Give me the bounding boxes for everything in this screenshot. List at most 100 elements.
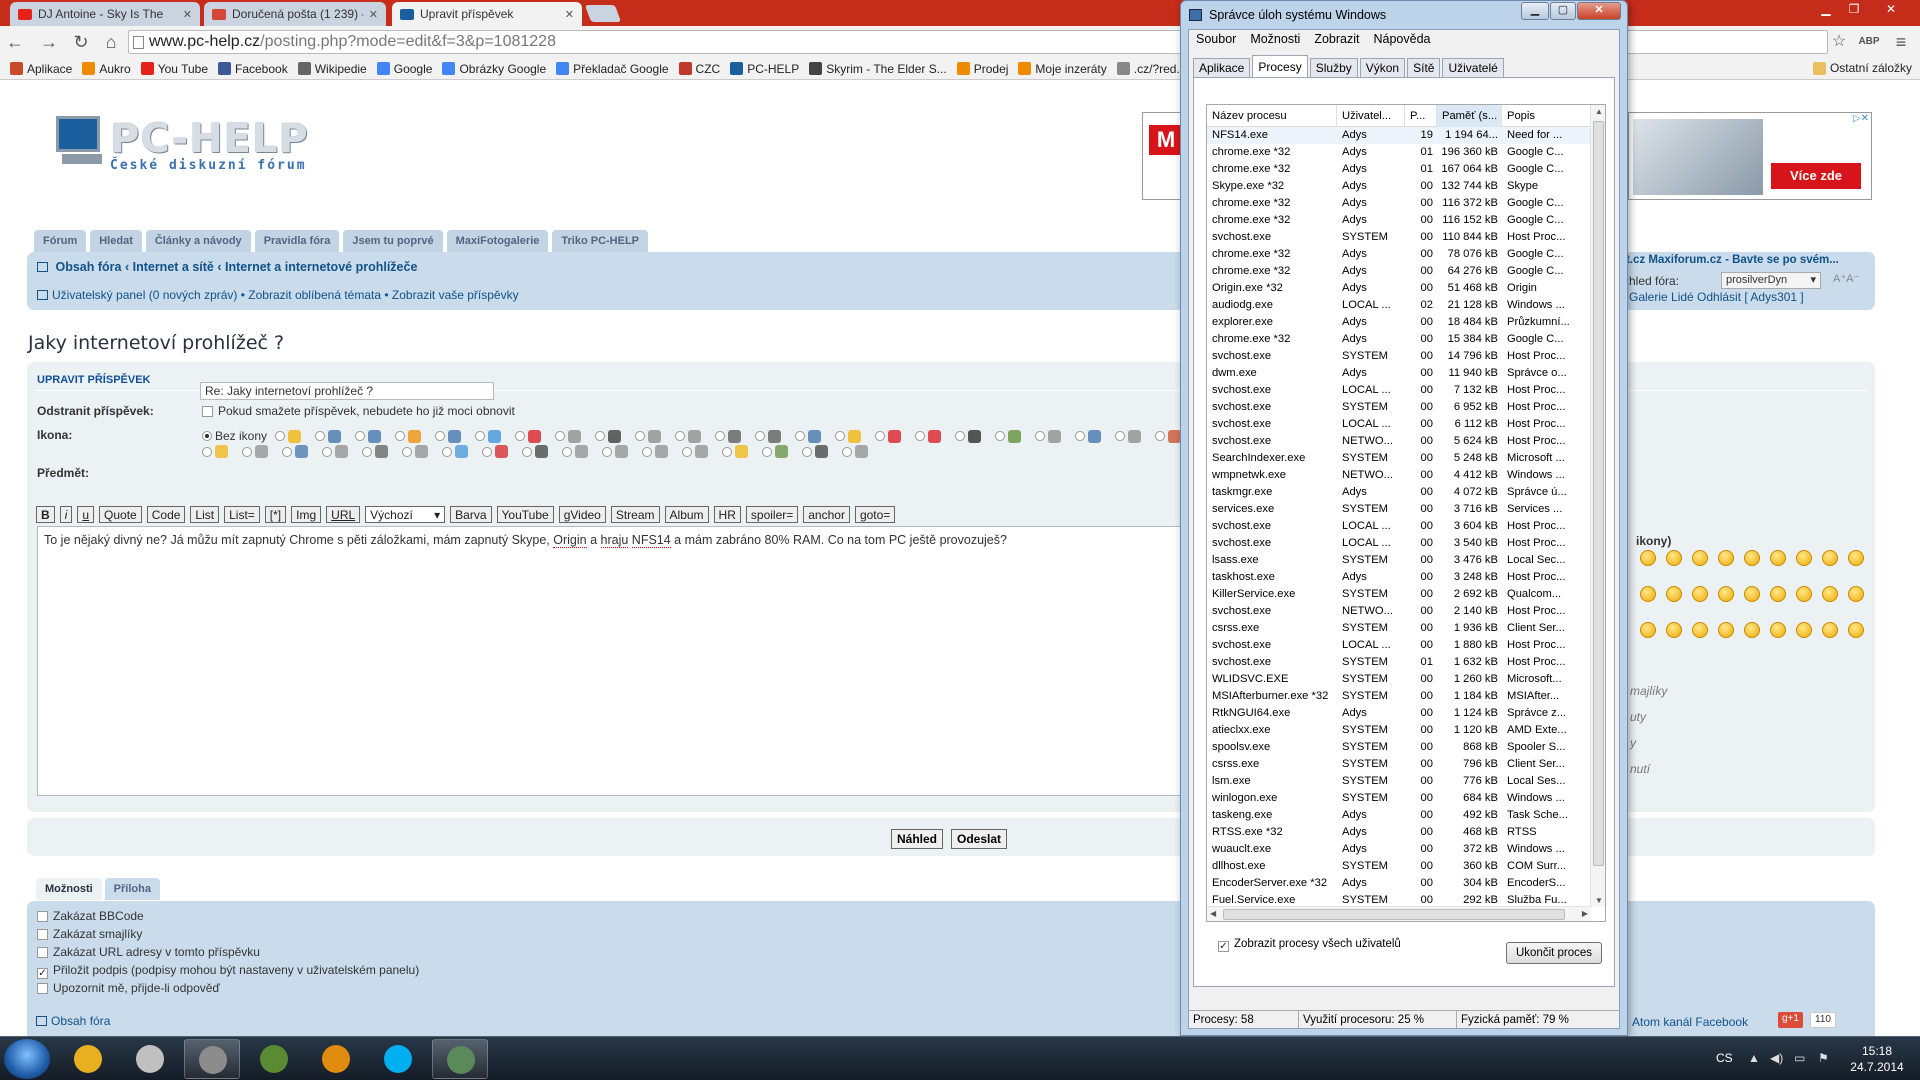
tray-arrow-icon[interactable]: ▲	[1748, 1051, 1760, 1065]
process-row[interactable]: explorer.exe Adys 00 18 484 kB Průzkumní...	[1207, 314, 1591, 331]
bbcode-button[interactable]: List	[190, 506, 220, 523]
post-icon-radio[interactable]	[635, 431, 646, 441]
post-icon-radio[interactable]	[1115, 431, 1126, 441]
tab-item[interactable]: Sítě	[1407, 58, 1441, 77]
process-row[interactable]: svchost.exe NETWO... 00 2 140 kB Host Proc..…	[1207, 603, 1591, 620]
bbcode-button[interactable]: HR	[713, 506, 741, 523]
process-row[interactable]: dllhost.exe SYSTEM 00 360 kB COM Surr...	[1207, 858, 1591, 875]
side-link[interactable]: majlíky	[1630, 684, 1667, 698]
smiley-icon[interactable]	[1744, 550, 1760, 566]
bbcode-button[interactable]: URL	[326, 506, 361, 523]
smiley-icon[interactable]	[1666, 586, 1682, 602]
post-icon-radio[interactable]	[955, 431, 966, 441]
smiley-icon[interactable]	[1848, 550, 1864, 566]
language-indicator[interactable]: CS	[1716, 1051, 1733, 1065]
post-icon-radio[interactable]	[362, 446, 372, 457]
page-title[interactable]: Jaky internetoví prohlížeč ?	[28, 332, 284, 354]
bbcode-button[interactable]: YouTube	[496, 506, 554, 523]
bbcode-button[interactable]: Quote	[99, 506, 142, 523]
process-row[interactable]: NFS14.exe Adys 19 1 194 64... Need for ...	[1207, 127, 1591, 144]
browser-tab-gmail[interactable]: Doručená pošta (1 239) - ✕	[204, 2, 386, 26]
menu-item[interactable]: Možnosti	[1243, 30, 1307, 50]
top-right-links[interactable]: ht.cz Maxiforum.cz - Bavte se po svém...	[1619, 254, 1839, 266]
process-row[interactable]: dwm.exe Adys 00 11 940 kB Správce o...	[1207, 365, 1591, 382]
left-ad-banner[interactable]: M	[1142, 112, 1183, 200]
reload-icon[interactable]: ↻	[70, 32, 92, 54]
smiley-icon[interactable]	[1770, 550, 1786, 566]
browser-tab-active[interactable]: Upravit příspěvek ✕	[392, 2, 582, 26]
bookmark-item[interactable]: .cz/?red...	[1116, 62, 1186, 76]
message-textarea[interactable]: To je nějaký divný ne? Já můžu mít zapnu…	[37, 526, 1187, 796]
bookmark-item[interactable]: Google	[376, 62, 432, 76]
taskbar-app-nfs[interactable]	[184, 1039, 240, 1079]
post-icon-radio[interactable]	[442, 446, 452, 457]
post-icon-radio[interactable]	[402, 446, 412, 457]
smiley-icon[interactable]	[1666, 622, 1682, 638]
bbcode-button[interactable]: goto=	[854, 506, 896, 523]
nav-tab[interactable]: Články a návody	[145, 230, 251, 252]
tab-attachment[interactable]: Příloha	[104, 878, 160, 900]
bookmark-item[interactable]: Překladač Google	[556, 62, 669, 76]
show-all-checkbox[interactable]	[1218, 941, 1229, 952]
process-row[interactable]: RtkNGUI64.exe Adys 00 1 124 kB Správce z...	[1207, 705, 1591, 722]
tab-item[interactable]: Služby	[1309, 58, 1358, 77]
scroll-down-icon[interactable]: ▼	[1595, 896, 1603, 905]
smiley-icon[interactable]	[1796, 622, 1812, 638]
no-icon-radio[interactable]	[202, 431, 212, 441]
tab-item[interactable]: Výkon	[1359, 58, 1406, 77]
process-row[interactable]: Skype.exe *32 Adys 00 132 744 kB Skype	[1207, 178, 1591, 195]
clock[interactable]: 15:18 24.7.2014	[1842, 1043, 1912, 1075]
post-icon-radio[interactable]	[595, 431, 606, 441]
process-row[interactable]: svchost.exe SYSTEM 00 6 952 kB Host Proc...	[1207, 399, 1591, 416]
smiley-icon[interactable]	[1640, 550, 1656, 566]
menu-item[interactable]: Soubor	[1189, 30, 1243, 50]
smiley-icon[interactable]	[1770, 586, 1786, 602]
bookmark-item[interactable]: You Tube	[140, 62, 208, 76]
process-row[interactable]: svchost.exe SYSTEM 00 14 796 kB Host Proc...	[1207, 348, 1591, 365]
bbcode-button[interactable]: spoiler=	[745, 506, 799, 523]
breadcrumb-item[interactable]: Internet a internetové prohlížeče	[225, 260, 417, 274]
scroll-left-icon[interactable]: ◀	[1210, 909, 1216, 918]
process-row[interactable]: svchost.exe LOCAL ... 00 3 604 kB Host Proc.…	[1207, 518, 1591, 535]
process-row[interactable]: svchost.exe LOCAL ... 00 6 112 kB Host Proc.…	[1207, 416, 1591, 433]
process-row[interactable]: svchost.exe SYSTEM 00 110 844 kB Host Proc..…	[1207, 229, 1591, 246]
process-row[interactable]: KillerService.exe SYSTEM 00 2 692 kB Qualcom…	[1207, 586, 1591, 603]
post-icon-radio[interactable]	[842, 446, 852, 457]
footer-breadcrumb[interactable]: Obsah fóra	[36, 1014, 110, 1028]
browser-minimize-icon[interactable]: ▁	[1812, 0, 1840, 20]
smiley-icon[interactable]	[1718, 550, 1734, 566]
nav-tab[interactable]: Fórum	[34, 230, 87, 252]
nav-tab[interactable]: Triko PC-HELP	[552, 230, 649, 252]
bbcode-button[interactable]: gVideo	[558, 506, 606, 523]
smiley-icon[interactable]	[1770, 622, 1786, 638]
preview-button[interactable]: Náhled	[891, 829, 944, 849]
smiley-icon[interactable]	[1640, 622, 1656, 638]
process-row[interactable]: chrome.exe *32 Adys 01 196 360 kB Google C..…	[1207, 144, 1591, 161]
h-scroll-thumb[interactable]	[1223, 909, 1565, 920]
bookmark-item[interactable]: Obrázky Google	[442, 62, 546, 76]
smiley-icon[interactable]	[1666, 550, 1682, 566]
pchelp-logo[interactable]: PC-HELP České diskuzní fórum	[56, 116, 356, 176]
process-row[interactable]: spoolsv.exe SYSTEM 00 868 kB Spooler S...	[1207, 739, 1591, 756]
close-tab-icon[interactable]: ✕	[183, 8, 192, 21]
post-icon-radio[interactable]	[435, 431, 446, 441]
flag-icon[interactable]: ⚑	[1818, 1051, 1829, 1065]
nav-tab[interactable]: MaxiFotogalerie	[446, 230, 549, 252]
bbcode-button[interactable]: u	[77, 506, 95, 523]
scroll-up-icon[interactable]: ▲	[1595, 107, 1603, 116]
smiley-icon[interactable]	[1848, 586, 1864, 602]
process-row[interactable]: winlogon.exe SYSTEM 00 684 kB Windows ...	[1207, 790, 1591, 807]
bookmark-item[interactable]: CZC	[678, 62, 720, 76]
font-size-select[interactable]: Výchozí ▾	[365, 506, 446, 523]
process-row[interactable]: wuauclt.exe Adys 00 372 kB Windows ...	[1207, 841, 1591, 858]
taskbar-app-skyrim[interactable]	[122, 1039, 178, 1079]
post-icon-radio[interactable]	[482, 446, 492, 457]
close-button[interactable]: ✕	[1577, 2, 1621, 20]
process-row[interactable]: svchost.exe NETWO... 00 5 624 kB Host Proc..…	[1207, 433, 1591, 450]
post-icon-radio[interactable]	[562, 446, 572, 457]
process-row[interactable]: MSIAfterburner.exe *32 SYSTEM 00 1 184 kB MS…	[1207, 688, 1591, 705]
smiley-icon[interactable]	[1692, 586, 1708, 602]
post-icon-radio[interactable]	[795, 431, 806, 441]
tab-item[interactable]: Uživatelé	[1442, 58, 1504, 77]
subject-input[interactable]: Re: Jaky internetoví prohlížeč ?	[200, 382, 494, 400]
